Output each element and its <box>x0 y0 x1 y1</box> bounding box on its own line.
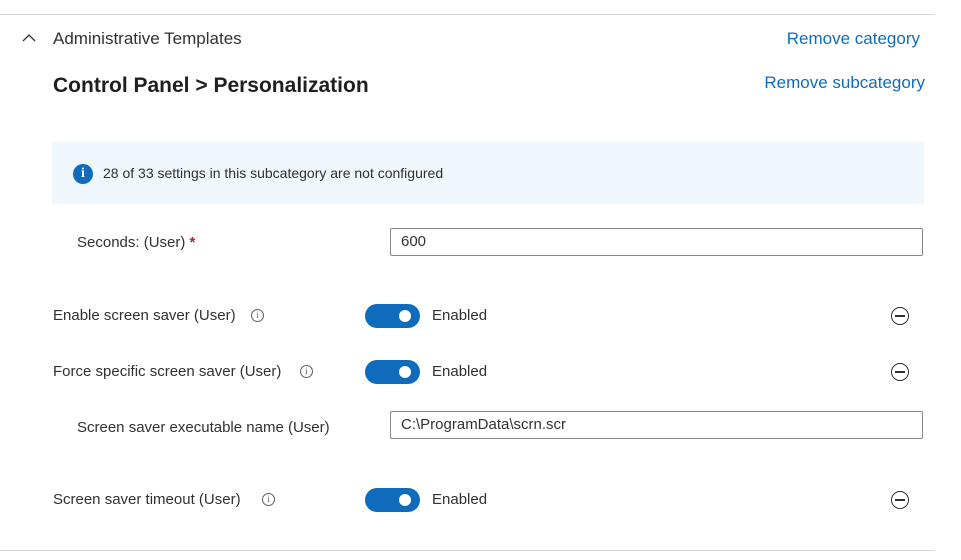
toggle-state: Enabled <box>432 307 488 324</box>
bottom-divider <box>0 550 935 551</box>
seconds-input[interactable]: 600 <box>390 228 923 256</box>
remove-subcategory-link[interactable]: Remove subcategory <box>764 73 925 93</box>
collapse-chevron-icon[interactable] <box>22 30 36 42</box>
info-banner: i 28 of 33 settings in this subcategory … <box>52 142 924 204</box>
remove-setting-icon[interactable] <box>891 307 909 325</box>
info-icon[interactable]: i <box>300 365 313 378</box>
top-divider <box>0 14 935 15</box>
info-icon[interactable]: i <box>251 309 264 322</box>
banner-text: 28 of 33 settings in this subcategory ar… <box>103 165 444 181</box>
screen-saver-timeout-label: Screen saver timeout (User) <box>53 491 241 508</box>
remove-setting-icon[interactable] <box>891 363 909 381</box>
category-title: Administrative Templates <box>53 29 242 48</box>
enable-screen-saver-label: Enable screen saver (User) <box>53 307 236 324</box>
info-filled-icon: i <box>73 164 93 184</box>
remove-category-link[interactable]: Remove category <box>787 29 920 49</box>
toggle-state: Enabled <box>432 363 488 380</box>
enable-screen-saver-toggle[interactable] <box>365 304 420 328</box>
screen-saver-timeout-toggle[interactable] <box>365 488 420 512</box>
seconds-label-text: Seconds: (User) <box>77 234 186 251</box>
force-screen-saver-toggle[interactable] <box>365 360 420 384</box>
executable-name-input[interactable]: C:\ProgramData\scrn.scr <box>390 411 923 439</box>
toggle-state: Enabled <box>432 491 488 508</box>
remove-setting-icon[interactable] <box>891 491 909 509</box>
required-asterisk: * <box>189 234 196 251</box>
subcategory-title: Control Panel > Personalization <box>53 74 369 97</box>
info-icon[interactable]: i <box>262 493 275 506</box>
executable-name-label: Screen saver executable name (User) <box>77 419 330 436</box>
seconds-label: Seconds: (User) * <box>77 234 195 251</box>
force-screen-saver-label: Force specific screen saver (User) <box>53 363 282 380</box>
